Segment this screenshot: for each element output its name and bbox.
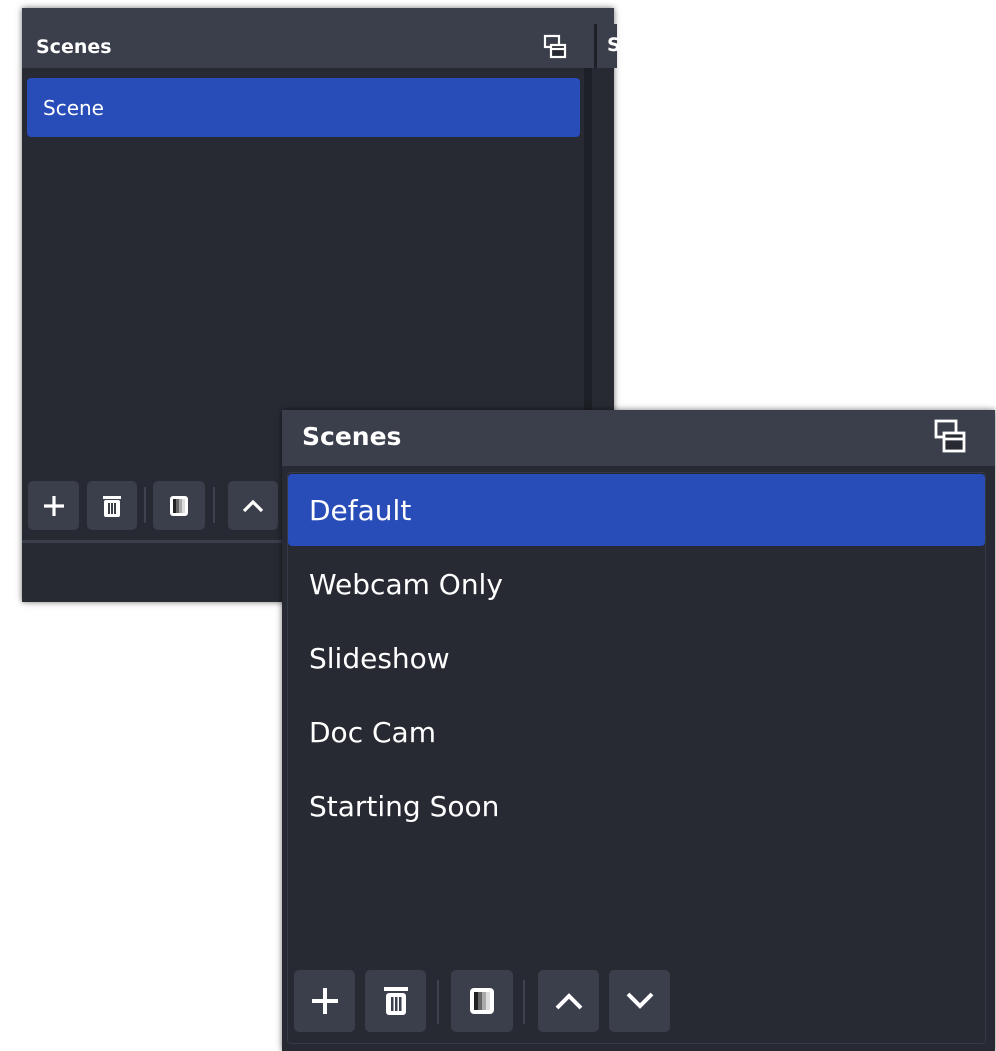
- scene-filters-button[interactable]: [451, 970, 513, 1032]
- undock-icon[interactable]: [933, 418, 967, 458]
- move-scene-up-button[interactable]: [228, 481, 278, 530]
- scenes-dock-header: Scenes: [282, 410, 995, 466]
- move-scene-down-button[interactable]: [609, 970, 670, 1032]
- partial-dock-title: S: [607, 34, 621, 56]
- add-icon: [43, 495, 64, 516]
- toolbar-separator: [213, 487, 215, 523]
- scene-label: Scene: [43, 95, 104, 120]
- scene-label: Slideshow: [309, 641, 450, 675]
- remove-scene-button[interactable]: [87, 481, 137, 530]
- chevron-down-icon: [626, 992, 653, 1009]
- move-scene-up-button[interactable]: [538, 970, 599, 1032]
- filter-icon: [470, 988, 494, 1014]
- toolbar-separator: [437, 980, 439, 1024]
- chevron-up-icon: [242, 499, 264, 512]
- scene-item[interactable]: Doc Cam: [288, 695, 985, 769]
- scene-label: Doc Cam: [309, 715, 436, 749]
- undock-icon[interactable]: [543, 34, 567, 64]
- scenes-dock-header: Scenes: [22, 8, 614, 68]
- toolbar-separator: [144, 487, 146, 523]
- sources-dock-header-partial: S: [594, 24, 621, 68]
- dock-title: Scenes: [36, 36, 112, 58]
- scene-item[interactable]: Scene: [27, 78, 580, 137]
- scenes-dock-front: Scenes Default Webcam Only Slideshow Doc…: [282, 410, 995, 1051]
- trash-icon: [103, 495, 121, 517]
- scene-label: Webcam Only: [309, 567, 503, 601]
- add-scene-button[interactable]: [294, 970, 355, 1032]
- scene-list: Default Webcam Only Slideshow Doc Cam St…: [287, 472, 986, 1044]
- dock-title: Scenes: [302, 422, 402, 451]
- remove-scene-button[interactable]: [365, 970, 426, 1032]
- scene-label: Starting Soon: [309, 789, 500, 823]
- trash-icon: [383, 987, 408, 1015]
- filter-icon: [170, 495, 188, 516]
- scene-item[interactable]: Slideshow: [288, 621, 985, 695]
- add-icon: [311, 988, 338, 1014]
- scene-label: Default: [309, 493, 412, 527]
- add-scene-button[interactable]: [28, 481, 79, 530]
- scene-filters-button[interactable]: [153, 481, 205, 530]
- chevron-up-icon: [555, 993, 582, 1010]
- scene-item[interactable]: Default: [288, 474, 985, 546]
- toolbar-separator: [523, 980, 525, 1024]
- scene-item[interactable]: Webcam Only: [288, 547, 985, 621]
- scene-item[interactable]: Starting Soon: [288, 769, 985, 843]
